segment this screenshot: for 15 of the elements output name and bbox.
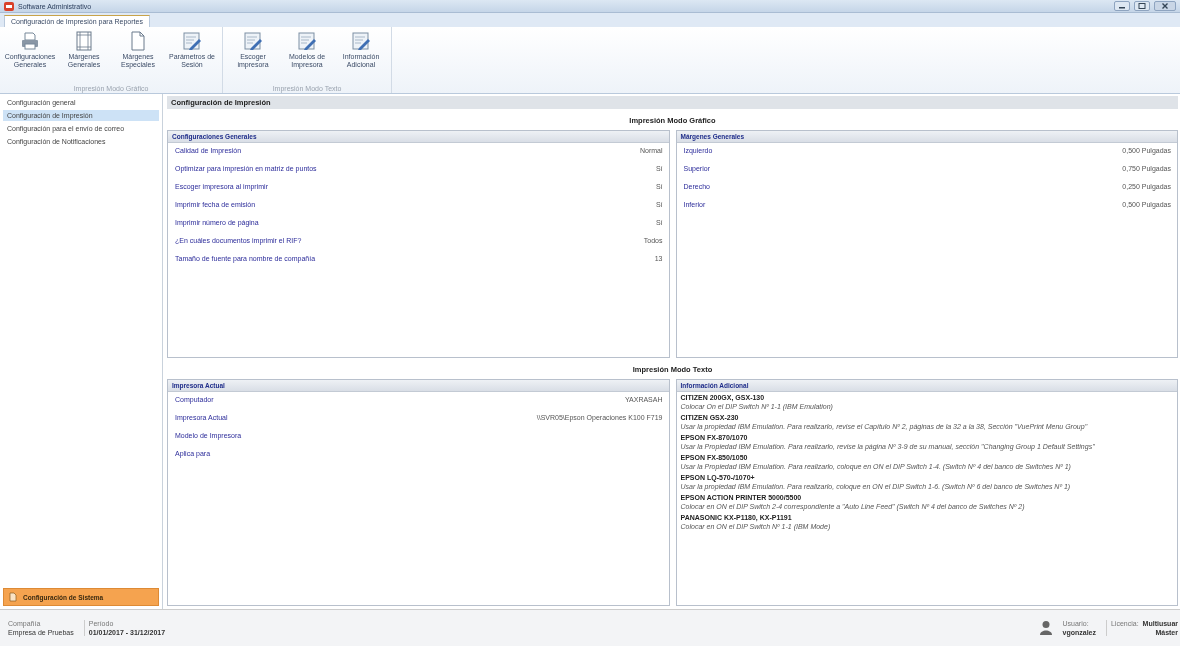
printer-icon xyxy=(20,31,40,51)
minimize-button[interactable] xyxy=(1114,1,1130,11)
app-icon xyxy=(4,1,14,11)
maximize-icon xyxy=(1138,2,1146,10)
maximize-button[interactable] xyxy=(1134,1,1150,11)
edit-document-icon xyxy=(297,31,317,51)
document-icon xyxy=(9,592,17,602)
edit-document-icon xyxy=(182,31,202,51)
margins-icon xyxy=(74,31,94,51)
close-button[interactable] xyxy=(1154,1,1176,11)
edit-document-icon xyxy=(243,31,263,51)
page-icon xyxy=(128,31,148,51)
user-icon xyxy=(1038,620,1053,636)
close-icon xyxy=(1161,2,1169,10)
edit-document-icon xyxy=(351,31,371,51)
